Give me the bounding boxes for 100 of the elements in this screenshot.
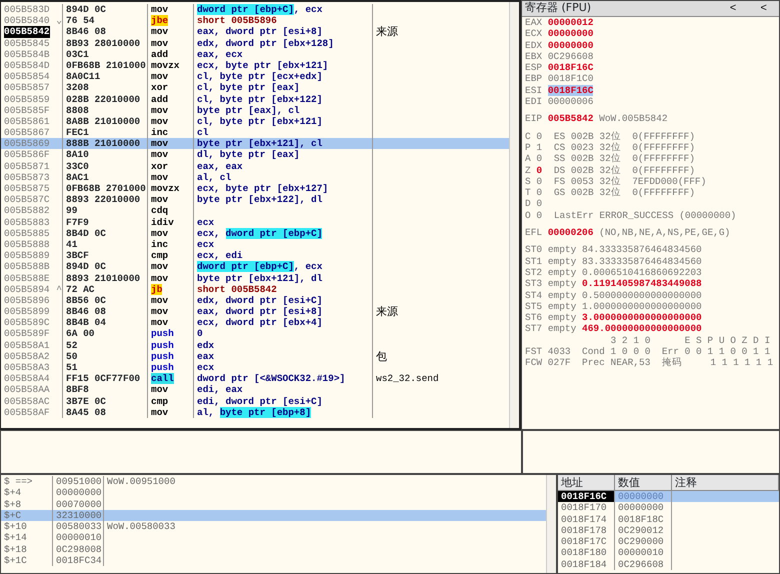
column-header[interactable]: 数值 <box>615 475 672 490</box>
operand-cell: 0 <box>197 328 203 340</box>
fpu-tag: empty <box>548 244 576 256</box>
mnemonic-cell: jb <box>151 284 162 295</box>
register-value[interactable]: 0C296608 <box>548 50 594 62</box>
fpu-value[interactable]: 0.5000000000000000000 <box>582 290 702 301</box>
value-cell: 00000010 <box>56 532 102 544</box>
mnemonic-cell: mov <box>151 294 168 306</box>
collapse-button[interactable]: < <box>718 2 748 16</box>
operand-cell: al, byte ptr [ebp+8] <box>197 406 312 418</box>
mnemonic-cell: push <box>151 350 174 362</box>
operand-cell: eax, eax <box>197 160 243 172</box>
address-cell: 0018F184 <box>561 558 607 570</box>
offset-cell: $+14 <box>4 532 27 544</box>
flag-value[interactable]: 0 <box>536 176 542 187</box>
address-cell: 0018F178 <box>561 524 607 536</box>
register-name: ST1 <box>525 256 542 267</box>
register-value[interactable]: 005B5842 <box>548 113 594 124</box>
register-value[interactable]: 00000000 <box>548 40 594 51</box>
register-name: ST5 <box>525 300 542 312</box>
scrollbar[interactable] <box>546 475 556 573</box>
register-name: EFL <box>525 227 542 238</box>
bytes-cell: 8AC1 <box>66 172 89 183</box>
comment-cell: WoW.00580033 <box>107 521 176 532</box>
flag-value[interactable]: 0 <box>536 210 542 221</box>
selected-row[interactable]: $+C 32310000 <box>1 510 546 522</box>
bytes-cell: 894D 0C <box>66 261 106 272</box>
column-header[interactable]: 注释 <box>672 475 779 490</box>
fpu-value[interactable]: 0.1191405987483449088 <box>582 278 702 290</box>
register-name: EDI <box>525 96 542 108</box>
selected-row[interactable]: 0018F16C 00000000 <box>558 491 779 502</box>
register-value[interactable]: 00000000 <box>548 28 594 40</box>
flag-detail: LastErr ERROR_SUCCESS (00000000) <box>554 210 736 221</box>
fpu-status-line: FCW 027F Prec NEAR,53 掩码 1 1 1 1 1 1 <box>525 357 774 368</box>
mnemonic-cell: cdq <box>151 205 168 216</box>
mnemonic-cell: mov <box>151 384 168 396</box>
address-cell: 005B58A3 <box>4 362 50 374</box>
register-value[interactable]: 00000206 <box>548 227 594 238</box>
register-name: ST7 <box>525 323 542 334</box>
fpu-value[interactable]: 1.0000000000000000000 <box>582 300 702 312</box>
register-value[interactable]: 0018F16C <box>548 62 594 74</box>
flag-name: O <box>525 210 531 221</box>
flag-value[interactable]: 0 <box>536 153 542 164</box>
mnemonic-cell: mov <box>151 172 168 183</box>
fpu-value[interactable]: 0.0006510416860692203 <box>582 266 702 278</box>
bytes-cell: 52 <box>66 340 78 351</box>
bytes-cell: 33C0 <box>66 160 89 172</box>
bytes-cell: 8A10 <box>66 149 89 160</box>
selected-row[interactable]: 005B5869 888B 21010000 mov byte ptr [ebx+121], cl <box>1 138 509 150</box>
scrollbar[interactable] <box>509 2 519 428</box>
bytes-cell: 3208 <box>66 82 89 94</box>
operand-cell: cl, byte ptr [eax] <box>197 82 300 94</box>
column-header[interactable]: 地址 <box>558 475 615 490</box>
address-cell: 005B588B <box>4 261 50 273</box>
flag-value[interactable]: 0 <box>536 130 542 142</box>
bytes-cell: 72 AC <box>66 284 95 295</box>
operand-cell: edx <box>197 340 214 351</box>
operand-cell: cl, byte ptr [ebx+121] <box>197 116 322 127</box>
bytes-cell: 8B46 08 <box>66 26 106 38</box>
mnemonic-cell: mov <box>151 261 168 272</box>
flags-decoded: (NO,NB,NE,A,NS,PE,GE,G) <box>599 227 730 238</box>
fpu-tag: empty <box>548 290 576 301</box>
register-name: ESI <box>525 84 542 96</box>
register-name: ST0 <box>525 244 542 256</box>
collapse-button[interactable]: < <box>748 2 779 16</box>
bytes-cell: 3B7E 0C <box>66 396 106 407</box>
mnemonic-cell: add <box>151 94 168 104</box>
operand-cell: eax, dword ptr [esi+8] <box>197 306 322 318</box>
flag-value[interactable]: 0 <box>536 164 542 176</box>
register-name: EBX <box>525 50 542 62</box>
mnemonic-cell: jbe <box>151 15 168 26</box>
bytes-cell: 8A0C11 <box>66 71 100 82</box>
fpu-value[interactable]: 469.00000000000000000 <box>582 323 702 334</box>
mnemonic-cell: push <box>151 362 174 373</box>
register-value[interactable]: 00000012 <box>548 17 594 28</box>
register-name: ST3 <box>525 278 542 290</box>
address-cell: 005B5888 <box>4 238 50 250</box>
bytes-cell: 8808 <box>66 104 89 116</box>
fpu-value[interactable]: 3.0000000000000000000 <box>582 312 702 324</box>
flag-value[interactable]: 1 <box>536 142 542 153</box>
address-cell: 005B5857 <box>4 82 50 94</box>
operand-cell: short 005B5896 <box>197 15 277 26</box>
fpu-value[interactable]: 84.333335876464834560 <box>582 244 702 256</box>
flag-value[interactable]: 0 <box>536 187 542 198</box>
address-cell: 005B5896 <box>4 294 50 306</box>
comment-cell: ws2_32.send <box>376 373 439 384</box>
flag-name: T <box>525 187 531 198</box>
register-value[interactable]: 00000006 <box>548 96 594 108</box>
register-name: ESP <box>525 62 542 74</box>
offset-cell: $+8 <box>4 498 22 510</box>
bytes-cell: 6A 00 <box>66 328 95 340</box>
fpu-value[interactable]: 83.333335876464834560 <box>582 256 702 267</box>
register-value[interactable]: 0018F1C0 <box>548 73 594 84</box>
mnemonic-cell: push <box>151 340 174 351</box>
address-cell: 0018F170 <box>561 502 607 514</box>
mnemonic-cell: movzx <box>151 183 180 194</box>
mnemonic-cell: push <box>151 328 174 340</box>
operand-cell: edx, dword ptr [esi+C] <box>197 294 322 306</box>
flag-value[interactable]: 0 <box>536 198 542 210</box>
register-value[interactable]: 0018F16C <box>548 84 594 96</box>
